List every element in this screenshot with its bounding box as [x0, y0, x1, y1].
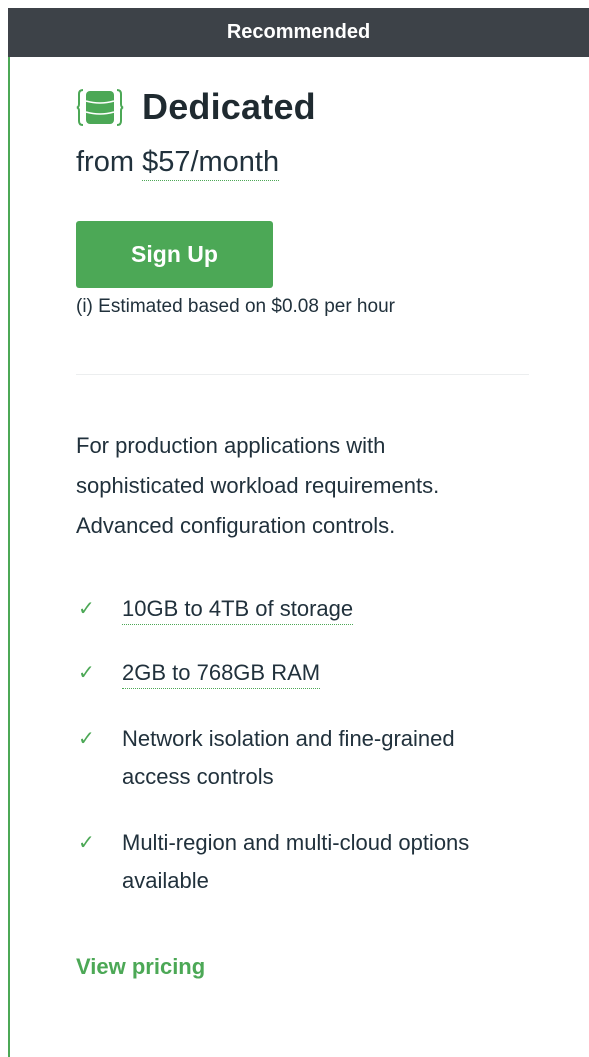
feature-ram-text[interactable]: 2GB to 768GB RAM [122, 660, 321, 689]
price-line: from $57/month [76, 146, 280, 181]
price-prefix: from [76, 146, 134, 178]
plan-description: For production applications with sophist… [76, 426, 536, 546]
plan-header: Dedicated [76, 82, 316, 132]
recommended-banner: Recommended [8, 8, 589, 57]
feature-multiregion-line: Multi-region and multi-cloud options [122, 830, 470, 855]
feature-network-line: Network isolation and fine-grained [122, 726, 455, 751]
feature-storage-text[interactable]: 10GB to 4TB of storage [122, 596, 354, 625]
feature-network-line: access controls [122, 764, 274, 789]
description-line: sophisticated workload requirements. [76, 473, 440, 498]
check-icon: ✓ [78, 728, 95, 750]
plan-title: Dedicated [142, 86, 316, 127]
price-estimate-note: (i) Estimated based on $0.08 per hour [76, 296, 395, 317]
view-pricing-link[interactable]: View pricing [76, 954, 205, 980]
description-line: Advanced configuration controls. [76, 513, 396, 538]
divider [76, 374, 529, 375]
check-icon: ✓ [78, 832, 95, 854]
database-icon [76, 89, 124, 126]
description-line: For production applications with [76, 433, 386, 458]
check-icon: ✓ [78, 662, 95, 684]
sign-up-button[interactable]: Sign Up [76, 221, 273, 288]
dedicated-plan-card: Recommended Dedicated from $57/month Sig… [8, 8, 589, 1057]
feature-multiregion-line: available [122, 868, 209, 893]
check-icon: ✓ [78, 598, 95, 620]
price-value[interactable]: $57/month [142, 146, 280, 181]
